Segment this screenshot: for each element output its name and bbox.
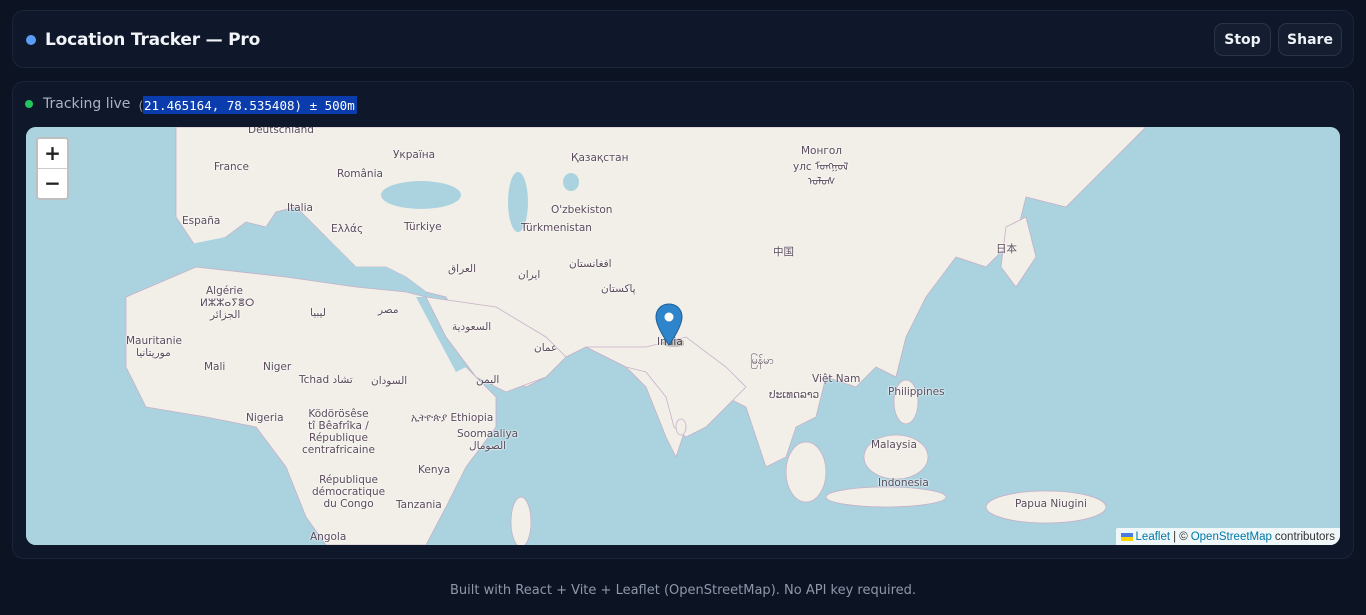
footer-text: Built with React + Vite + Leaflet (OpenS… [449, 583, 917, 598]
stop-button[interactable]: Stop [1214, 23, 1271, 56]
map-label: افغانستان [569, 258, 612, 270]
map-label: Ελλάς [331, 223, 364, 235]
map-label: улс ᠮᠣᠩᠭᠣᠯ [793, 161, 849, 173]
map-label: Kenya [418, 464, 451, 476]
attribution-contributors: contributors [1274, 530, 1335, 543]
share-button[interactable]: Share [1278, 23, 1342, 56]
leaflet-link[interactable]: Leaflet [1136, 531, 1171, 543]
map-label: Tchad تشاد [299, 374, 353, 386]
map-label: السعودية [452, 321, 492, 333]
map-label: السودان [371, 375, 408, 387]
map-label: Україна [393, 149, 436, 161]
map-label: العراق [448, 263, 477, 275]
coordinates-readout[interactable]: 21.465164, 78.535408) ± 500m [143, 96, 357, 114]
map-label: Türkiye [404, 221, 442, 233]
app-header: Location Tracker — Pro Stop Share [12, 10, 1354, 68]
map-label: Deutschland [248, 127, 314, 136]
map-pin-icon[interactable] [654, 303, 684, 347]
map-label: Монгол [801, 145, 843, 157]
app-title: Location Tracker — Pro [45, 30, 261, 50]
map-label: اليمن [476, 374, 500, 386]
map-label: ᠤᠯᠤᠰ [808, 176, 836, 188]
map-label: ⵍⵣⵣⴰⵢⴻⵔ [200, 297, 255, 309]
map-label: République démocratique du Congo [312, 474, 386, 510]
map-label: Nigeria [246, 412, 284, 424]
openstreetmap-link[interactable]: OpenStreetMap [1191, 531, 1272, 543]
map-label: France [214, 161, 249, 173]
map-label: Algérie [206, 285, 243, 297]
map-panel: Tracking live ( 21.465164, 78.535408) ± … [12, 81, 1354, 559]
map-label: ኢትዮጵያ Ethiopia [411, 412, 494, 424]
map-label: 中国 [773, 246, 794, 258]
map-label: عمان [534, 342, 558, 354]
map-label: Papua Niugini [1015, 498, 1087, 510]
map-label: Mauritanie [126, 335, 182, 347]
map-label: ایران [518, 269, 541, 281]
ukraine-flag-icon [1120, 532, 1133, 541]
map-label: Türkmenistan [521, 222, 592, 234]
map-label: Malaysia [871, 439, 917, 451]
map-label: Ködörösêse tî Bêafrîka / République cent… [302, 408, 375, 456]
map-label: Қазақстан [571, 152, 629, 164]
map-label: မြန်မာ [750, 355, 774, 367]
map-label: مصر [378, 304, 399, 316]
map-label: Niger [263, 361, 292, 373]
map-label: موريتانيا [136, 347, 171, 359]
map-attribution: Leaflet | © OpenStreetMap contributors [1115, 528, 1340, 545]
map-label: Philippines [888, 386, 945, 398]
map-label: Tanzania [396, 499, 442, 511]
map-label: Mali [204, 361, 226, 373]
map-label: الجزائر [210, 309, 241, 321]
map-label: ປະເທດລາວ [769, 389, 820, 401]
map-label: 日本 [996, 243, 1017, 255]
map-label: Indonesia [878, 477, 929, 489]
map-label: España [182, 215, 221, 227]
map-label: Việt Nam [812, 373, 861, 385]
zoom-control: + − [36, 137, 69, 200]
map-label: Soomaaliya الصومال [457, 428, 519, 452]
map-label: O'zbekiston [551, 204, 613, 216]
status-dot-icon [26, 35, 36, 45]
zoom-out-button[interactable]: − [38, 168, 67, 198]
tracking-status-label: Tracking live [43, 96, 131, 112]
attribution-separator: | © [1173, 530, 1188, 543]
map-label: ليبيا [310, 307, 326, 319]
live-indicator-icon [25, 100, 33, 108]
map-view[interactable]: Deutschland Україна Қазақстан Монгол улс… [26, 127, 1340, 545]
map-label: پاکستان [601, 283, 636, 295]
zoom-in-button[interactable]: + [38, 139, 67, 169]
map-label: Angola [310, 531, 347, 543]
map-label: România [337, 168, 383, 180]
map-label: Italia [287, 202, 313, 214]
